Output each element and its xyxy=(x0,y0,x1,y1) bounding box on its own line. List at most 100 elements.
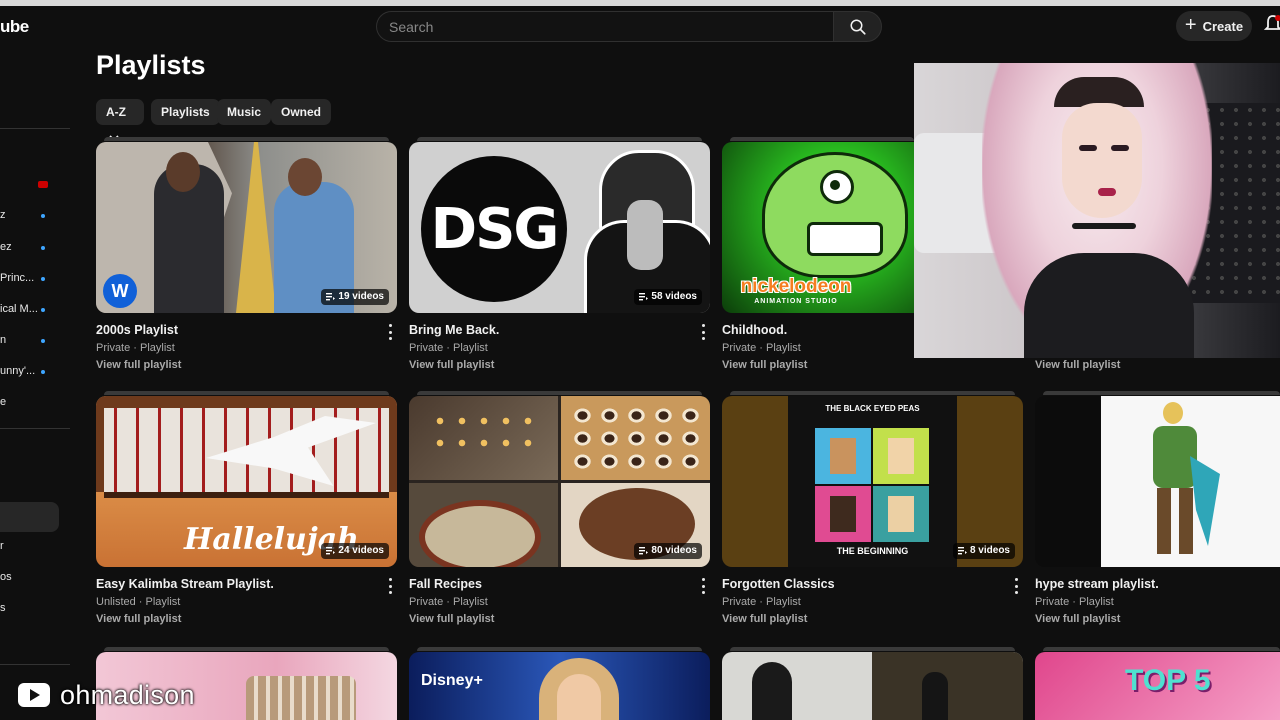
more-actions-icon[interactable] xyxy=(700,578,706,594)
video-count-badge: 58 videos xyxy=(634,289,702,305)
stack-edge xyxy=(730,391,1015,395)
notifications-bell-icon[interactable] xyxy=(1263,14,1280,39)
view-full-playlist-link[interactable]: View full playlist xyxy=(722,359,807,371)
view-full-playlist-link[interactable]: View full playlist xyxy=(96,613,181,625)
browser-top-strip xyxy=(0,0,1280,6)
playlist-thumbnail[interactable] xyxy=(1035,396,1280,567)
more-actions-icon[interactable] xyxy=(387,324,393,340)
playlist-thumbnail[interactable]: TOP 5 xyxy=(1035,652,1280,720)
filter-chip-playlists[interactable]: Playlists xyxy=(151,99,220,125)
sidebar-item[interactable]: os xyxy=(0,567,70,587)
playlist-meta: Unlisted · Playlist xyxy=(96,596,181,608)
stack-edge xyxy=(730,137,914,141)
sidebar-item[interactable]: ical M... xyxy=(0,299,70,319)
sidebar-item[interactable] xyxy=(0,145,70,165)
stack-edge xyxy=(730,647,1015,651)
stack-edge xyxy=(104,647,389,651)
new-content-dot xyxy=(41,370,45,374)
playlist-title[interactable]: hype stream playlist. xyxy=(1035,577,1159,591)
sidebar: z ez Princ... ical M... n unny'... e r o… xyxy=(0,60,72,720)
new-content-dot xyxy=(41,214,45,218)
playlist-title[interactable]: 2000s Playlist xyxy=(96,323,178,337)
playlist-thumbnail[interactable] xyxy=(722,652,1023,720)
new-content-dot xyxy=(41,277,45,281)
sidebar-item[interactable]: s xyxy=(0,598,70,618)
video-count: 8 videos xyxy=(969,545,1010,556)
stack-edge xyxy=(417,647,702,651)
playlist-icon xyxy=(639,293,649,301)
nickelodeon-text: nickelodeon xyxy=(740,276,852,297)
view-full-playlist-link[interactable]: View full playlist xyxy=(722,613,807,625)
sort-chip-az[interactable]: A-Z xyxy=(96,99,144,142)
view-full-playlist-link[interactable]: View full playlist xyxy=(1035,613,1120,625)
new-content-dot xyxy=(41,246,45,250)
stack-edge xyxy=(1043,391,1280,395)
animation-studio-text: ANIMATION STUDIO xyxy=(754,298,838,305)
sidebar-item[interactable]: ez xyxy=(0,237,70,257)
stack-edge xyxy=(104,391,389,395)
stack-edge xyxy=(417,137,702,141)
video-count: 58 videos xyxy=(651,291,697,302)
playlist-title[interactable]: Forgotten Classics xyxy=(722,577,835,591)
create-label: Create xyxy=(1202,18,1244,34)
playlist-meta: Private · Playlist xyxy=(96,342,175,354)
sidebar-item[interactable]: unny'... xyxy=(0,361,70,381)
nickelodeon-logo: nickelodeon ANIMATION STUDIO xyxy=(732,276,860,308)
playlist-title[interactable]: Fall Recipes xyxy=(409,577,482,591)
channel-watermark: ohmadison xyxy=(18,678,195,712)
sidebar-item[interactable]: z xyxy=(0,205,70,225)
view-full-playlist-link[interactable]: View full playlist xyxy=(96,359,181,371)
youtube-play-icon xyxy=(18,683,50,707)
search-bar xyxy=(376,11,882,42)
video-count-badge: 24 videos xyxy=(321,543,389,559)
playlist-thumbnail[interactable]: THE BLACK EYED PEAS THE BEGINNING 8 vide… xyxy=(722,396,1023,567)
playlist-thumbnail[interactable]: 80 videos xyxy=(409,396,710,567)
more-actions-icon[interactable] xyxy=(1013,578,1019,594)
sidebar-item[interactable]: e xyxy=(0,392,70,412)
plus-icon: + xyxy=(1184,14,1197,36)
view-full-playlist-link[interactable]: View full playlist xyxy=(409,359,494,371)
album-subtitle-text: THE BEGINNING xyxy=(836,546,909,556)
live-indicator-icon xyxy=(38,181,48,188)
video-count-badge: 19 videos xyxy=(321,289,389,305)
playlist-meta: Private · Playlist xyxy=(409,596,488,608)
chip-label: A-Z xyxy=(106,105,126,119)
album-title-text: THE BLACK EYED PEAS xyxy=(825,404,920,413)
video-count: 24 videos xyxy=(338,545,384,556)
playlist-title[interactable]: Bring Me Back. xyxy=(409,323,499,337)
playlist-thumbnail[interactable]: Disney+ xyxy=(409,652,710,720)
playlist-title[interactable]: Childhood. xyxy=(722,323,787,337)
top-5-text: TOP 5 xyxy=(1125,664,1211,697)
more-actions-icon[interactable] xyxy=(700,324,706,340)
warner-music-logo-icon: W xyxy=(103,274,137,308)
playlist-icon xyxy=(326,293,336,301)
dsg-logo: DSG xyxy=(421,156,567,302)
sidebar-item[interactable]: r xyxy=(0,536,70,556)
sidebar-item-playlists-active[interactable] xyxy=(0,502,59,532)
playlist-meta: Private · Playlist xyxy=(722,596,801,608)
playlist-meta: Private · Playlist xyxy=(409,342,488,354)
playlist-title[interactable]: Easy Kalimba Stream Playlist. xyxy=(96,577,274,591)
filter-chip-music[interactable]: Music xyxy=(217,99,272,125)
view-full-playlist-link[interactable]: View full playlist xyxy=(409,613,494,625)
more-actions-icon[interactable] xyxy=(387,578,393,594)
search-input[interactable] xyxy=(376,11,833,42)
sidebar-item[interactable]: Princ... xyxy=(0,268,70,288)
youtube-logo[interactable]: ube xyxy=(0,17,29,37)
disney-plus-logo: Disney+ xyxy=(421,672,483,689)
playlist-meta: Private · Playlist xyxy=(1035,596,1114,608)
playlist-thumbnail[interactable]: W 19 videos xyxy=(96,142,397,313)
playlist-thumbnail[interactable]: nickelodeon ANIMATION STUDIO xyxy=(722,142,914,313)
search-button[interactable] xyxy=(833,11,882,42)
stack-edge xyxy=(1043,647,1280,651)
playlist-thumbnail[interactable]: Hallelujah 24 videos xyxy=(96,396,397,567)
playlist-meta: Private · Playlist xyxy=(722,342,801,354)
new-content-dot xyxy=(41,339,45,343)
sidebar-item[interactable]: n xyxy=(0,330,70,350)
stack-edge xyxy=(417,391,702,395)
create-button[interactable]: + Create xyxy=(1176,11,1252,41)
playlist-thumbnail[interactable]: DSG 58 videos xyxy=(409,142,710,313)
filter-chip-owned[interactable]: Owned xyxy=(271,99,332,125)
view-full-playlist-link[interactable]: View full playlist xyxy=(1035,359,1120,371)
sidebar-divider xyxy=(0,128,70,129)
